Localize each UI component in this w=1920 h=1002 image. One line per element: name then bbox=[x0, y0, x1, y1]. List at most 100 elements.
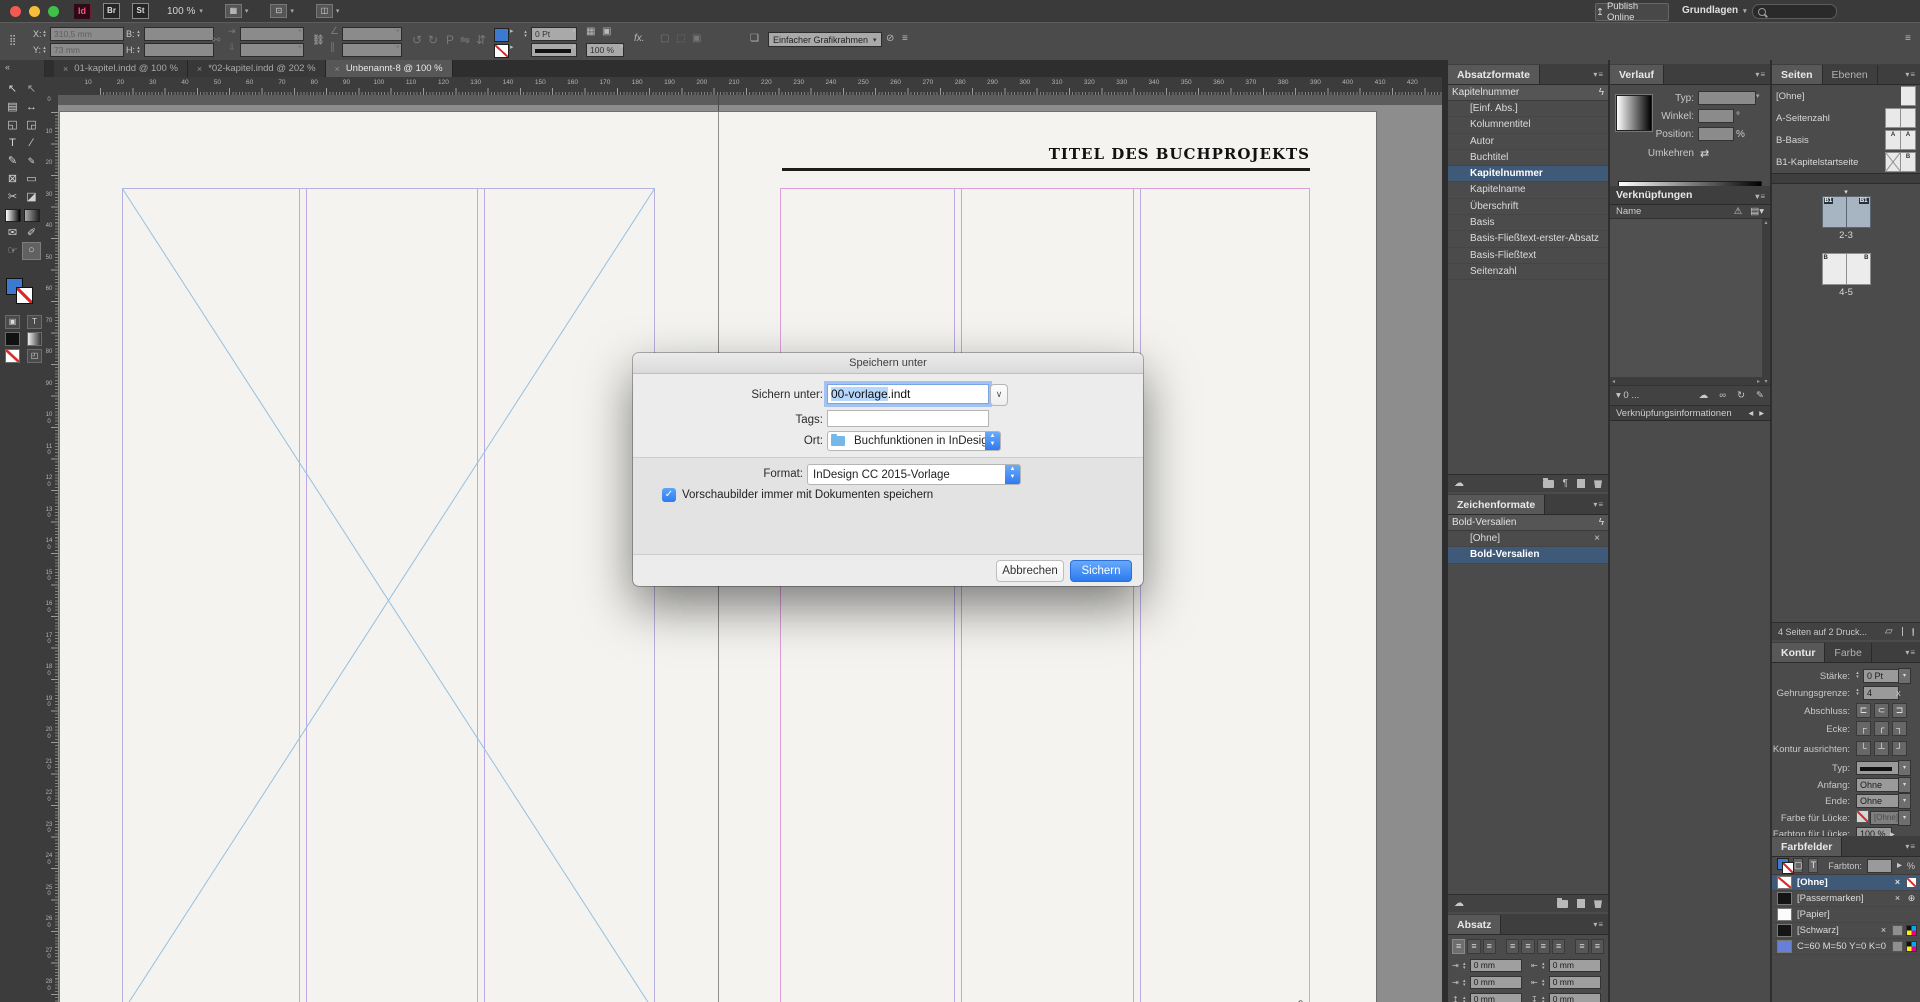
tab-farbfelder[interactable]: Farbfelder bbox=[1772, 837, 1843, 856]
style-group-icon[interactable] bbox=[1542, 477, 1554, 488]
paragraph-style-item[interactable]: Buchtitel bbox=[1448, 150, 1608, 167]
style-group-icon[interactable] bbox=[1557, 897, 1568, 908]
rotate-p-icon[interactable]: P bbox=[446, 33, 454, 47]
new-style-icon[interactable] bbox=[1577, 479, 1585, 488]
justify-all-button[interactable]: ≡ bbox=[1551, 939, 1566, 954]
chevron-right-icon[interactable]: ▸ bbox=[1897, 860, 1902, 871]
master-page-item[interactable]: A-Seitenzahl bbox=[1772, 107, 1920, 129]
search-input[interactable] bbox=[1752, 4, 1837, 19]
projecting-cap-button[interactable]: ⊐ bbox=[1892, 703, 1907, 718]
cloud-icon[interactable]: ☁ bbox=[1454, 478, 1464, 489]
note-tool[interactable]: ✉ bbox=[4, 225, 21, 241]
paragraph-spacing-field[interactable]: ⇥ ▴ ▾ 0 mm bbox=[1452, 959, 1525, 972]
chevron-down-icon[interactable]: ▾ bbox=[1898, 668, 1911, 684]
panel-menu-icon[interactable]: ▾≡ bbox=[1905, 648, 1916, 657]
panel-menu-icon[interactable]: ▾≡ bbox=[1755, 70, 1766, 79]
formatting-text-button[interactable]: T bbox=[27, 315, 42, 329]
horizontal-ruler[interactable]: 10 20 30 40 50 60 70 80 90 100 110 120 130 140 150 160 1… bbox=[44, 77, 1442, 96]
miter-join-button[interactable]: ┌ bbox=[1856, 721, 1871, 736]
fill-stroke-proxy[interactable] bbox=[6, 278, 38, 308]
chevron-down-icon[interactable]: ▾ bbox=[1898, 793, 1911, 809]
gap-tool[interactable]: ↔ bbox=[23, 99, 40, 115]
formatting-container-button[interactable]: ▣ bbox=[5, 315, 20, 329]
rectangle-tool[interactable]: ▭ bbox=[23, 171, 40, 187]
cancel-button[interactable]: Abbrechen bbox=[996, 560, 1064, 582]
minimize-window-button[interactable] bbox=[29, 5, 40, 17]
constrain-proportions-icon[interactable]: ⚯ bbox=[212, 35, 220, 46]
paragraph-spacing-field[interactable]: ⇤ ▴ ▾ 0 mm bbox=[1531, 976, 1604, 989]
format-select[interactable]: InDesign CC 2015-Vorlage ▲ ▼ bbox=[807, 464, 1021, 485]
apply-color-button[interactable] bbox=[5, 332, 20, 346]
master-page-item[interactable]: B1-Kapitelstartseite B bbox=[1772, 151, 1920, 173]
paragraph-style-item[interactable]: Kolumnentitel bbox=[1448, 117, 1608, 134]
stroke-style-select[interactable] bbox=[531, 43, 577, 57]
panel-menu-icon[interactable]: ▾≡ bbox=[1593, 500, 1604, 509]
paragraph-spacing-field[interactable]: ↥ ▴ ▾ 0 mm bbox=[1452, 993, 1525, 1002]
clear-overrides-icon[interactable]: ⊘ bbox=[886, 33, 894, 44]
stroke-weight-stepper[interactable]: ▴ ▾ bbox=[1854, 671, 1861, 680]
stroke-color-swatch[interactable] bbox=[494, 44, 509, 58]
links-panel-title[interactable]: Verknüpfungen bbox=[1616, 189, 1692, 201]
paragraph-style-item[interactable]: Basis bbox=[1448, 215, 1608, 232]
formatting-container-button[interactable]: ▢ bbox=[1792, 858, 1804, 873]
effects-icon[interactable]: ▦ bbox=[586, 26, 595, 37]
screen-mode-select[interactable]: ⊡ ▾ bbox=[270, 4, 294, 18]
link-scale-icon[interactable]: ⛓ bbox=[312, 35, 325, 46]
direct-selection-tool[interactable]: ↖ bbox=[23, 81, 40, 97]
flip-vertical-icon[interactable]: ⇵ bbox=[476, 33, 486, 47]
document-tab[interactable]: × *02-kapitel.indd @ 202 % bbox=[187, 60, 326, 77]
align-center-button[interactable]: ≡ bbox=[1467, 939, 1481, 954]
wrap-around-icon[interactable]: ⬚ bbox=[676, 33, 685, 44]
fill-color-swatch[interactable] bbox=[494, 28, 509, 42]
drop-shadow-icon[interactable]: ▣ bbox=[602, 26, 611, 37]
paragraph-style-item[interactable]: Kapitelnummer bbox=[1448, 166, 1608, 183]
x-field[interactable]: 310,5 mm bbox=[50, 27, 124, 41]
trash-icon[interactable] bbox=[1912, 628, 1914, 636]
align-towards-spine-button[interactable]: ≡ bbox=[1575, 939, 1589, 954]
new-paragraph-style-icon[interactable]: ¶ bbox=[1563, 478, 1568, 489]
chevron-right-icon[interactable]: ▸ bbox=[510, 27, 514, 35]
chevron-down-icon[interactable]: ▾ bbox=[1898, 760, 1911, 776]
miter-limit-value[interactable]: 4 bbox=[1863, 686, 1899, 700]
paragraph-style-item[interactable]: Kapitelname bbox=[1448, 182, 1608, 199]
cloud-icon[interactable]: ☁ bbox=[1454, 898, 1464, 909]
tab-absatzformate[interactable]: Absatzformate bbox=[1448, 65, 1540, 84]
close-tab-icon[interactable]: × bbox=[335, 64, 340, 74]
chevron-down-icon[interactable]: ▾ bbox=[396, 43, 400, 51]
horizontal-scrollbar[interactable]: ◂ ▸ bbox=[1610, 377, 1762, 385]
tab-seiten[interactable]: Seiten bbox=[1772, 65, 1823, 84]
preview-checkbox[interactable]: ✓ bbox=[662, 488, 676, 502]
character-style-item[interactable]: Bold-Versalien bbox=[1448, 547, 1608, 564]
apply-gradient-button[interactable] bbox=[27, 332, 42, 346]
line-tool[interactable]: ∕ bbox=[23, 135, 40, 151]
pencil-tool[interactable]: ✎ bbox=[23, 153, 40, 169]
swatch-item[interactable]: [Ohne] × bbox=[1772, 875, 1920, 891]
reference-point-proxy[interactable]: ⣿ bbox=[9, 35, 17, 46]
chevron-down-icon[interactable]: ▾ bbox=[298, 43, 302, 51]
links-list[interactable]: ▴ ▾ ◂ ▸ bbox=[1610, 219, 1770, 386]
paragraph-style-item[interactable]: Seitenzahl bbox=[1448, 264, 1608, 281]
hand-tool[interactable]: ☞ bbox=[4, 243, 21, 259]
gradient-type-select[interactable] bbox=[1698, 91, 1756, 105]
align-outside-stroke-button[interactable]: ┘ bbox=[1892, 741, 1907, 756]
stroke-weight-stepper[interactable]: ▴ ▾ bbox=[522, 30, 529, 39]
miter-limit-stepper[interactable]: ▴ ▾ bbox=[1854, 688, 1861, 697]
scissors-tool[interactable]: ✂ bbox=[4, 189, 21, 205]
paragraph-style-item[interactable]: [Einf. Abs.] bbox=[1448, 101, 1608, 118]
bridge-button[interactable]: Br bbox=[103, 3, 120, 19]
y-field[interactable]: 73 mm bbox=[50, 43, 124, 57]
chevron-down-icon[interactable]: ▾ bbox=[572, 27, 576, 35]
collapse-tools-icon[interactable]: « bbox=[5, 62, 10, 72]
justify-right-button[interactable]: ≡ bbox=[1536, 939, 1550, 954]
shear-angle-field[interactable] bbox=[342, 43, 402, 57]
panel-menu-icon[interactable]: ▾≡ bbox=[1593, 920, 1604, 929]
link-info-header[interactable]: Verknüpfungsinformationen ◂ ▸ bbox=[1610, 406, 1770, 421]
relink-icon[interactable]: ∞ bbox=[1719, 390, 1726, 401]
close-window-button[interactable] bbox=[10, 5, 21, 17]
paragraph-spacing-field[interactable]: ⇤ ▴ ▾ 0 mm bbox=[1531, 959, 1604, 972]
opacity-field[interactable]: 100 % bbox=[586, 43, 624, 57]
height-field[interactable] bbox=[144, 43, 214, 57]
gradient-angle-field[interactable] bbox=[1698, 109, 1734, 123]
butt-cap-button[interactable]: ⊏ bbox=[1856, 703, 1871, 718]
chevron-right-icon[interactable]: ▸ bbox=[510, 43, 514, 51]
